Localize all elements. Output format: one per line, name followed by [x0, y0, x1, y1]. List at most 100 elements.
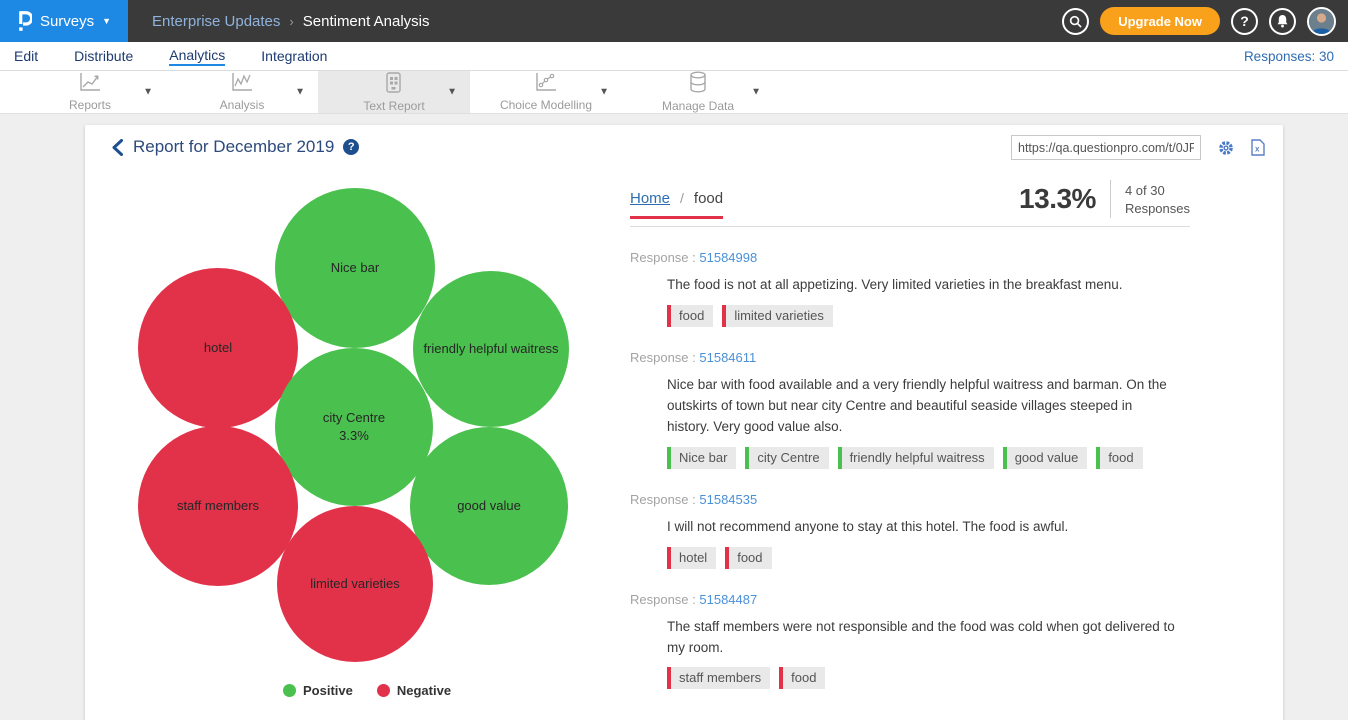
response-tags: food limited varieties [667, 305, 1190, 327]
bubble-limited-varieties[interactable]: limited varieties [277, 506, 433, 662]
search-button[interactable] [1062, 8, 1089, 35]
response-label: Response : 51584998 [630, 250, 1190, 265]
tag-food[interactable]: food [667, 305, 713, 327]
toolbar-item-text-report[interactable]: Text Report ▼ [318, 71, 470, 113]
toolbar-item-label: Text Report [363, 99, 424, 113]
panel-breadcrumb-home[interactable]: Home [630, 190, 670, 207]
user-avatar[interactable] [1307, 7, 1336, 36]
bell-icon [1276, 14, 1289, 28]
choice-modelling-icon [535, 72, 557, 97]
surveys-product-switcher[interactable]: Surveys ▼ [0, 0, 128, 42]
bubble-label: city Centre3.3% [323, 409, 385, 444]
tag-hotel[interactable]: hotel [667, 547, 716, 569]
bubble-label: hotel [204, 339, 232, 357]
response-tags: staff members food [667, 667, 1190, 689]
response-id-link[interactable]: 51584998 [699, 250, 757, 265]
search-icon [1069, 15, 1082, 28]
svg-text:x: x [1255, 145, 1260, 154]
bubble-nice-bar[interactable]: Nice bar [275, 188, 435, 348]
upgrade-now-button[interactable]: Upgrade Now [1100, 7, 1220, 35]
toolbar-item-reports[interactable]: Reports▼ [14, 71, 166, 113]
tag-good-value[interactable]: good value [1003, 447, 1088, 469]
legend-label: Positive [303, 683, 353, 698]
response-block: Response : 51584611Nice bar with food av… [630, 350, 1190, 469]
bubble-staff-members[interactable]: staff members [138, 426, 298, 586]
tag-nice-bar[interactable]: Nice bar [667, 447, 736, 469]
response-block: Response : 51584998 The food is not at al… [630, 250, 1190, 327]
toolbar-item-analysis[interactable]: Analysis ▼ [166, 71, 318, 113]
panel-breadcrumb-current: food [694, 190, 723, 207]
bubble-label: Nice bar [331, 259, 379, 277]
share-url-input[interactable] [1011, 135, 1201, 160]
tag-staff-members[interactable]: staff members [667, 667, 770, 689]
bubble-label: friendly helpful waitress [423, 340, 558, 358]
legend-item-negative: Negative [377, 683, 451, 698]
tag-food[interactable]: food [725, 547, 771, 569]
toolbar-item-label: Choice Modelling [500, 98, 592, 112]
chevron-down-icon[interactable]: ▼ [295, 87, 305, 98]
bubble-hotel[interactable]: hotel [138, 268, 298, 428]
notifications-button[interactable] [1269, 8, 1296, 35]
toolbar-item-choice-modelling[interactable]: Choice Modelling ▼ [470, 71, 622, 113]
breadcrumb-separator: › [289, 14, 293, 29]
analysis-chart-icon [231, 72, 253, 97]
help-button[interactable]: ? [1231, 8, 1258, 35]
survey-menu-bar: Edit Distribute Analytics Integration Respo… [0, 42, 1348, 71]
menu-item-integration[interactable]: Integration [261, 48, 327, 65]
gear-icon [1218, 140, 1234, 156]
response-text: The food is not at all appetizing. Very … [667, 275, 1175, 296]
tag-city-centre[interactable]: city Centre [745, 447, 828, 469]
export-document-icon: x [1251, 139, 1265, 156]
response-tags: hotel food [667, 547, 1190, 569]
menu-item-edit[interactable]: Edit [14, 48, 38, 65]
tag-food[interactable]: food [1096, 447, 1142, 469]
response-id-link[interactable]: 51584535 [699, 492, 757, 507]
legend-label: Negative [397, 683, 451, 698]
menu-item-analytics[interactable]: Analytics [169, 47, 225, 66]
percentage-value: 13.3% [1019, 183, 1096, 215]
response-block: Response : 51584487The staff members wer… [630, 592, 1190, 690]
breadcrumb-current: Sentiment Analysis [303, 13, 430, 30]
response-label: Response : 51584535 [630, 492, 1190, 507]
chart-legend: Positive Negative [283, 683, 451, 698]
panel-breadcrumb: Home / food [630, 190, 723, 219]
response-id-link[interactable]: 51584487 [699, 592, 757, 607]
responses-count[interactable]: Responses: 30 [1244, 49, 1334, 64]
menu-item-distribute[interactable]: Distribute [74, 48, 133, 65]
response-block: Response : 51584535 I will not recommend … [630, 492, 1190, 569]
bubble-city-centre[interactable]: city Centre3.3% [275, 348, 433, 506]
top-bar: Surveys ▼ Enterprise Updates › Sentiment… [0, 0, 1348, 42]
report-card: Report for December 2019 ? x Nice barhot… [85, 125, 1283, 720]
toolbar-item-label: Analysis [220, 98, 265, 112]
questionpro-logo-icon [17, 10, 32, 32]
breadcrumb-parent[interactable]: Enterprise Updates [152, 13, 280, 30]
bubble-friendly-helpful-waitress[interactable]: friendly helpful waitress [413, 271, 569, 427]
response-text: I will not recommend anyone to stay at t… [667, 517, 1175, 538]
tag-limited-varieties[interactable]: limited varieties [722, 305, 833, 327]
line-chart-icon [79, 72, 101, 97]
breadcrumb: Enterprise Updates › Sentiment Analysis [152, 13, 429, 30]
response-tags: Nice bar city Centre friendly helpful wait… [667, 447, 1190, 469]
chevron-down-icon[interactable]: ▼ [599, 87, 609, 98]
response-id-link[interactable]: 51584611 [699, 350, 756, 365]
legend-dot-icon [283, 684, 296, 697]
database-icon [688, 71, 708, 98]
tag-food[interactable]: food [779, 667, 825, 689]
analytics-toolbar: Reports▼Analysis▼Text Report▼Choice Mode… [0, 71, 1348, 114]
sentiment-bubble-chart: Nice bar hotel friendly helpful waitress ci… [85, 125, 630, 720]
chevron-down-icon[interactable]: ▼ [447, 87, 457, 98]
toolbar-item-label: Manage Data [662, 99, 734, 113]
tag-friendly-helpful-waitress[interactable]: friendly helpful waitress [838, 447, 994, 469]
settings-button[interactable] [1218, 140, 1234, 156]
bubble-label: limited varieties [310, 575, 400, 593]
panel-breadcrumb-separator: / [680, 190, 684, 206]
chevron-down-icon[interactable]: ▼ [751, 87, 761, 98]
toolbar-item-manage-data[interactable]: Manage Data ▼ [622, 71, 774, 113]
export-report-button[interactable]: x [1251, 139, 1265, 156]
legend-dot-icon [377, 684, 390, 697]
response-label: Response : 51584611 [630, 350, 1190, 365]
bubble-good-value[interactable]: good value [410, 427, 568, 585]
response-label: Response : 51584487 [630, 592, 1190, 607]
chevron-down-icon[interactable]: ▼ [143, 87, 153, 98]
responses-panel: Home / food 13.3% 4 of 30 Responses Resp… [630, 180, 1190, 689]
